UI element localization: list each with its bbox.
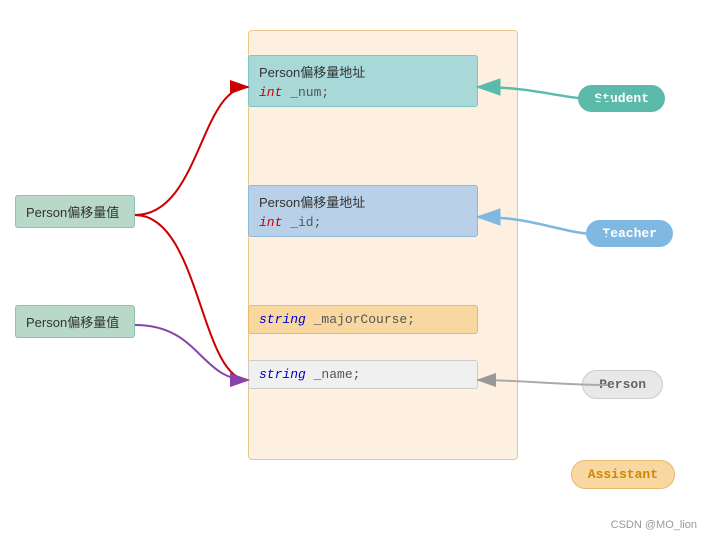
left-offset-box-2: Person偏移量值: [15, 305, 135, 338]
arrow-left1-to-teal: [135, 87, 248, 215]
student-person-box-code: int _num;: [259, 85, 467, 100]
student-person-box-title: Person偏移量地址: [259, 62, 467, 81]
name-var: _name;: [306, 367, 361, 382]
left-offset-box-1: Person偏移量值: [15, 195, 135, 228]
student-pill: Student: [578, 85, 665, 112]
diagram-container: Person偏移量地址 int _num; Person偏移量地址 int _i…: [0, 0, 705, 539]
watermark: CSDN @MO_lion: [611, 519, 697, 531]
int-keyword-1: int: [259, 85, 282, 100]
name-box: string _name;: [248, 360, 478, 389]
teacher-person-box-title: Person偏移量地址: [259, 192, 467, 211]
student-person-box: Person偏移量地址 int _num;: [248, 55, 478, 107]
string-keyword-1: string: [259, 312, 306, 327]
name-code: string _name;: [259, 367, 467, 382]
teacher-pill: Teacher: [586, 220, 673, 247]
major-var: _majorCourse;: [306, 312, 415, 327]
arrow-left2-to-white: [135, 325, 248, 380]
id-var: _id;: [282, 215, 321, 230]
int-keyword-2: int: [259, 215, 282, 230]
assistant-pill: Assistant: [571, 460, 675, 489]
teacher-person-box: Person偏移量地址 int _id;: [248, 185, 478, 237]
string-keyword-2: string: [259, 367, 306, 382]
major-course-box: string _majorCourse;: [248, 305, 478, 334]
num-var: _num;: [282, 85, 329, 100]
major-course-code: string _majorCourse;: [259, 312, 467, 327]
teacher-person-box-code: int _id;: [259, 215, 467, 230]
arrow-left1-to-white: [135, 215, 248, 380]
person-pill: Person: [582, 370, 663, 399]
